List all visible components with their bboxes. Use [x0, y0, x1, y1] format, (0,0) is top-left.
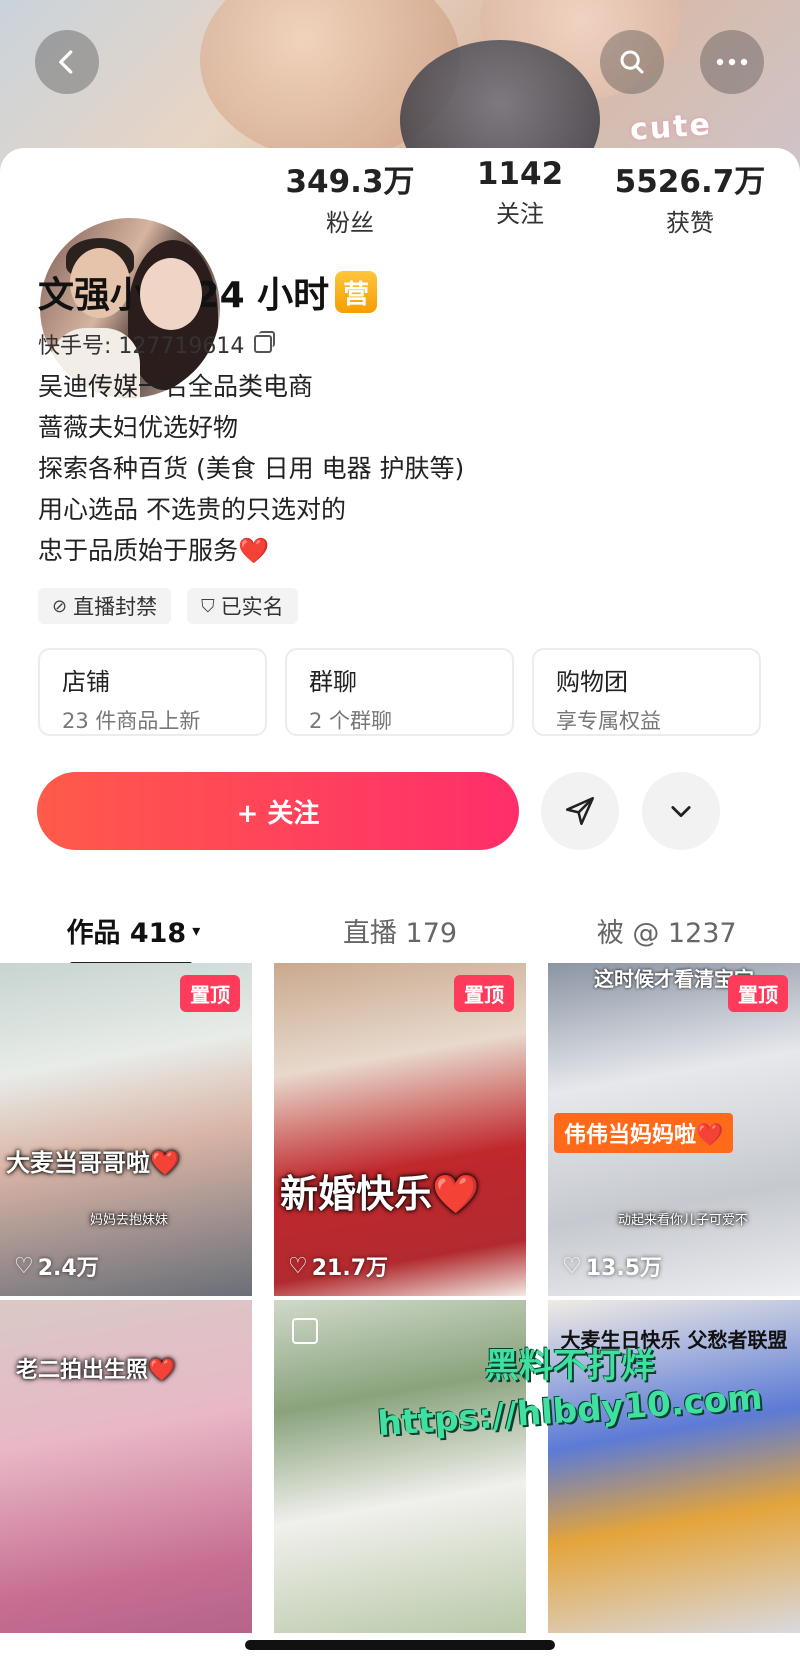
stat-label: 关注	[496, 200, 544, 228]
stat-value: 1142	[476, 156, 564, 192]
tag-verified[interactable]: ⛉ 已实名	[187, 588, 298, 624]
video-caption: 新婚快乐❤️	[280, 1172, 480, 1216]
video-subtitle: 动起来看你儿子可爱不	[618, 1213, 749, 1228]
user-id-row: 快手号: 127719614	[38, 328, 276, 360]
ban-icon: ⊘	[52, 595, 68, 617]
bio: 吴迪传媒一名全品类电商 蔷薇夫妇优选好物 探索各种百货 (美食 日用 电器 护肤…	[38, 366, 464, 571]
chevron-down-icon	[671, 806, 691, 818]
bio-line: 探索各种百货 (美食 日用 电器 护肤等)	[38, 454, 465, 483]
stat-likes[interactable]: 5526.7万 获赞	[610, 156, 770, 238]
like-count: ♡ 2.4万	[14, 1253, 99, 1282]
back-button[interactable]	[35, 30, 99, 94]
bio-line: 用心选品 不选贵的只选对的	[38, 495, 346, 524]
heart-outline-icon: ♡	[288, 1253, 308, 1279]
tile-subtitle: 享专属权益	[556, 709, 661, 733]
video-caption: 大麦当哥哥啦❤️	[6, 1149, 180, 1177]
tab-label: 直播 179	[342, 917, 458, 949]
business-badge[interactable]: 营	[335, 271, 378, 313]
bio-line-last: 忠于品质始于服务❤️	[38, 530, 464, 571]
follow-button[interactable]: + 关注	[37, 772, 519, 850]
stat-label: 获赞	[666, 209, 714, 237]
video-caption: 老二拍出生照❤️	[16, 1358, 176, 1383]
bio-line: 蔷薇夫妇优选好物	[38, 413, 239, 442]
video-thumbnail[interactable]: 这时候才看清宝宝 置顶 伟伟当妈妈啦❤️ 动起来看你儿子可爱不 ♡ 13.5万	[548, 963, 800, 1296]
like-count: ♡ 21.7万	[288, 1253, 389, 1282]
pinned-badge: 置顶	[180, 975, 240, 1012]
tile-shopping-group[interactable]: 购物团 享专属权益	[532, 648, 761, 736]
chevron-left-icon	[59, 50, 73, 74]
user-id: 快手号: 127719614	[38, 334, 245, 359]
share-button[interactable]	[541, 772, 619, 850]
like-count: ♡ 13.5万	[562, 1253, 663, 1282]
stat-value: 349.3万	[285, 164, 415, 200]
tile-shop[interactable]: 店铺 23 件商品上新	[38, 648, 267, 736]
video-thumbnail[interactable]: 老二拍出生照❤️	[0, 1300, 252, 1633]
pinned-badge: 置顶	[728, 975, 788, 1012]
video-caption: 伟伟当妈妈啦❤️	[554, 1113, 734, 1153]
tile-title: 购物团	[556, 668, 628, 696]
content-tabs: 作品 418 ▾ 直播 179 被 @ 1237	[0, 898, 800, 966]
image-icon	[292, 1318, 318, 1344]
video-thumbnail[interactable]: 置顶 大麦当哥哥啦❤️ 妈妈去抱妹妹 ♡ 2.4万	[0, 963, 252, 1296]
heart-outline-icon: ♡	[562, 1253, 582, 1279]
feature-tiles: 店铺 23 件商品上新 群聊 2 个群聊 购物团 享专属权益	[38, 648, 761, 736]
status-tags: ⊘ 直播封禁 ⛉ 已实名	[38, 588, 298, 624]
tag-label: 已实名	[220, 595, 284, 619]
tag-label: 直播封禁	[73, 595, 158, 619]
shield-check-icon: ⛉	[201, 595, 215, 617]
search-icon	[620, 50, 644, 74]
tab-mentions[interactable]: 被 @ 1237	[533, 898, 800, 962]
video-subtitle: 妈妈去抱妹妹	[90, 1213, 169, 1228]
caret-down-icon: ▾	[192, 920, 201, 940]
tile-title: 店铺	[62, 668, 110, 696]
tile-subtitle: 23 件商品上新	[62, 709, 201, 733]
name-row: 文强小店 24 小时 营	[38, 266, 378, 318]
send-icon	[565, 796, 595, 826]
tile-subtitle: 2 个群聊	[309, 709, 393, 733]
search-button[interactable]	[600, 30, 664, 94]
stat-label: 粉丝	[326, 209, 374, 237]
stat-followers[interactable]: 349.3万 粉丝	[270, 156, 430, 238]
tile-title: 群聊	[309, 668, 357, 696]
heart-outline-icon: ♡	[14, 1253, 34, 1279]
more-button[interactable]	[700, 30, 764, 94]
tab-works[interactable]: 作品 418 ▾	[0, 898, 267, 966]
pinned-badge: 置顶	[454, 975, 514, 1012]
more-options-button[interactable]	[642, 772, 720, 850]
video-thumbnail[interactable]: 置顶 新婚快乐❤️ ♡ 21.7万	[274, 963, 526, 1296]
stat-following[interactable]: 1142 关注	[440, 156, 600, 238]
cover-sticker: cute	[628, 107, 713, 148]
video-grid: 置顶 大麦当哥哥啦❤️ 妈妈去抱妹妹 ♡ 2.4万 置顶 新婚快乐❤️ ♡ 21.7…	[0, 963, 800, 1633]
stat-value: 5526.7万	[614, 164, 766, 200]
tab-label: 被 @ 1237	[596, 917, 737, 949]
more-dots-icon	[716, 58, 748, 66]
stats-row: 349.3万 粉丝 1142 关注 5526.7万 获赞	[270, 156, 770, 238]
tile-group-chat[interactable]: 群聊 2 个群聊	[285, 648, 514, 736]
copy-icon[interactable]	[254, 331, 276, 353]
tab-live[interactable]: 直播 179	[267, 898, 534, 962]
watermark: 黑料不打烊 https://hlbdy10.com	[360, 1338, 780, 1444]
home-indicator[interactable]	[245, 1640, 555, 1650]
tab-label: 作品 418	[66, 917, 187, 949]
bio-line: 吴迪传媒一名全品类电商	[38, 372, 314, 401]
heart-emoji: ❤️	[238, 536, 270, 565]
bio-line: 忠于品质始于服务	[38, 536, 239, 565]
tag-live-banned[interactable]: ⊘ 直播封禁	[38, 588, 172, 624]
